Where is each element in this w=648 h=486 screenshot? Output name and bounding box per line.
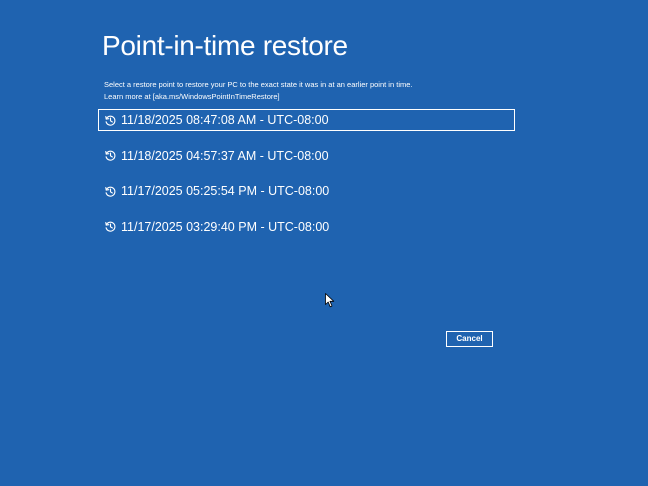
- page-description: Select a restore point to restore your P…: [104, 79, 413, 103]
- history-icon: [105, 115, 116, 126]
- restore-point-item[interactable]: 11/18/2025 04:57:37 AM - UTC-08:00: [98, 145, 515, 167]
- description-text: Select a restore point to restore your P…: [104, 80, 413, 89]
- restore-point-item[interactable]: 11/17/2025 05:25:54 PM - UTC-08:00: [98, 180, 515, 202]
- restore-point-label: 11/17/2025 03:29:40 PM - UTC-08:00: [121, 219, 330, 234]
- history-icon: [105, 150, 116, 161]
- page-title: Point-in-time restore: [102, 30, 348, 61]
- restore-point-label: 11/17/2025 05:25:54 PM - UTC-08:00: [121, 184, 330, 199]
- mouse-pointer-icon: [325, 293, 335, 308]
- cancel-button[interactable]: Cancel: [446, 331, 493, 347]
- restore-point-item[interactable]: 11/17/2025 03:29:40 PM - UTC-08:00: [98, 216, 515, 238]
- restore-point-item[interactable]: 11/18/2025 08:47:08 AM - UTC-08:00: [98, 109, 515, 131]
- restore-point-label: 11/18/2025 04:57:37 AM - UTC-08:00: [121, 148, 329, 163]
- restore-point-list: 11/18/2025 08:47:08 AM - UTC-08:00 11/18…: [98, 109, 515, 251]
- history-icon: [105, 186, 116, 197]
- history-icon: [105, 221, 116, 232]
- learn-more-text: Learn more at [aka.ms/WindowsPointInTime…: [104, 92, 280, 101]
- restore-point-label: 11/18/2025 08:47:08 AM - UTC-08:00: [121, 113, 329, 127]
